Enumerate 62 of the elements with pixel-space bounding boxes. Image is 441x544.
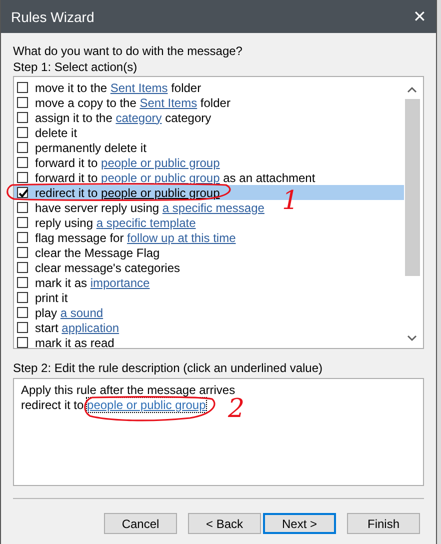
checkbox[interactable] [17, 292, 28, 303]
checkbox[interactable] [17, 172, 28, 183]
link[interactable]: follow up at this time [127, 230, 236, 244]
action-label[interactable]: forward it to people or public group as an attachment [35, 170, 316, 184]
action-label[interactable]: clear the Message Flag [35, 246, 160, 260]
checkbox[interactable] [17, 157, 28, 168]
link[interactable]: application [62, 320, 120, 334]
wizard-button[interactable]: Cancel [104, 513, 177, 534]
checkbox[interactable] [17, 277, 28, 288]
annotation-number: 1 [282, 188, 299, 214]
action-label[interactable]: play a sound [35, 306, 104, 320]
action-label[interactable]: flag message for follow up at this time [35, 230, 236, 244]
wizard-button[interactable]: < Back [188, 513, 261, 534]
question-text: What do you want to do with the message? [13, 43, 244, 59]
action-label[interactable]: mark it as importance [35, 276, 150, 290]
checkbox[interactable] [17, 337, 28, 348]
action-label[interactable]: print it [35, 290, 68, 304]
link[interactable]: category [116, 110, 162, 124]
action-label[interactable]: mark it as read [35, 336, 114, 350]
description-text: Apply this rule after the message arrives [21, 383, 236, 397]
checkbox[interactable] [17, 232, 28, 243]
action-label[interactable]: reply using a specific template [35, 216, 196, 230]
action-label[interactable]: clear message's categories [35, 260, 180, 274]
action-label[interactable]: assign it to the category category [35, 110, 212, 124]
checkbox[interactable] [17, 112, 28, 123]
action-label[interactable]: move it to the Sent Items folder [35, 80, 202, 94]
checkbox[interactable] [17, 127, 28, 138]
action-label[interactable]: have server reply using a specific message [35, 200, 264, 214]
link[interactable]: people or public group [101, 156, 220, 170]
checkbox[interactable] [17, 142, 28, 153]
link[interactable]: people or public group [101, 170, 220, 184]
link[interactable]: a specific template [96, 216, 196, 230]
checkbox[interactable] [17, 187, 28, 198]
link[interactable]: Sent Items [140, 96, 198, 110]
action-label[interactable]: move a copy to the Sent Items folder [35, 96, 230, 110]
checkbox[interactable] [17, 82, 28, 93]
link[interactable]: a sound [60, 306, 104, 320]
action-label[interactable]: permanently delete it [35, 140, 146, 154]
scrollbar-thumb[interactable] [404, 99, 420, 276]
description-text: redirect it to [21, 398, 85, 412]
window-title: Rules Wizard [11, 8, 94, 24]
link[interactable]: a specific message [162, 200, 264, 214]
action-label[interactable]: forward it to people or public group [35, 156, 220, 170]
checkbox[interactable] [17, 202, 28, 213]
step-label: Step 2: Edit the rule description (click an underlined value) [13, 360, 324, 376]
wizard-button[interactable]: Finish [347, 513, 420, 534]
checkbox[interactable] [17, 97, 28, 108]
checkbox[interactable] [17, 262, 28, 273]
link[interactable]: Sent Items [110, 80, 168, 94]
action-label[interactable]: start application [35, 320, 120, 334]
checkbox[interactable] [17, 307, 28, 318]
link[interactable]: people or public group [101, 186, 220, 200]
checkbox[interactable] [17, 217, 28, 228]
link[interactable]: people or public group [87, 398, 206, 412]
action-label[interactable]: delete it [35, 126, 78, 140]
close-icon[interactable]: ✕ [413, 6, 426, 26]
annotation-number: 2 [228, 396, 245, 422]
checkbox[interactable] [17, 247, 28, 258]
checkbox[interactable] [17, 322, 28, 333]
link[interactable]: importance [90, 276, 150, 290]
step-label: Step 1: Select action(s) [13, 59, 138, 75]
wizard-button[interactable]: Next > [263, 513, 336, 534]
